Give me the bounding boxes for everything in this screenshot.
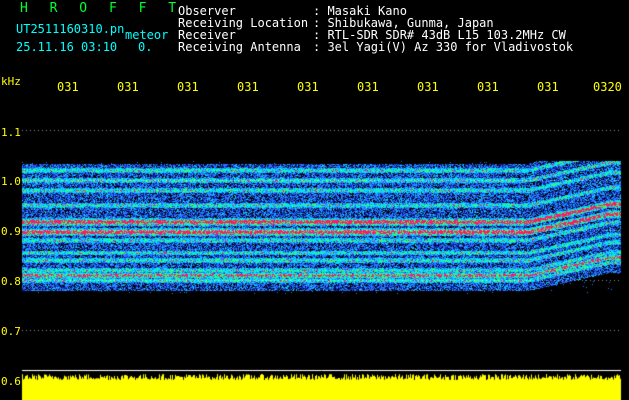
x-tick-label: 031 [57, 80, 79, 94]
y-tick-label: 0.8 [1, 275, 21, 288]
y-tick-label: 1.0 [1, 175, 21, 188]
y-tick-label: 0.7 [1, 325, 21, 338]
x-tick-label: 031 [117, 80, 139, 94]
y-axis-unit: kHz [1, 75, 21, 88]
file-name: UT2511160310.pn [16, 22, 125, 36]
x-tick-label: 031 [237, 80, 259, 94]
antenna-value: : 3el Yagi(V) Az 330 for Vladivostok [313, 40, 574, 54]
x-tick-label: 031 [177, 80, 199, 94]
detection-count: 0. [138, 40, 153, 54]
y-tick-label: 1.1 [1, 126, 21, 139]
x-tick-label: 031 [537, 80, 559, 94]
app-title: H R O F F T [20, 1, 184, 16]
x-tick-label: 0320 [593, 80, 622, 94]
antenna-label: Receiving Antenna [178, 40, 301, 54]
y-tick-label: 0.9 [1, 225, 21, 238]
x-tick-label: 031 [477, 80, 499, 94]
spectrogram-canvas [0, 0, 629, 400]
y-tick-label: 0.6 [1, 375, 21, 388]
x-tick-label: 031 [417, 80, 439, 94]
x-tick-label: 031 [297, 80, 319, 94]
datetime-stamp: 25.11.16 03:10 [16, 40, 118, 54]
x-tick-label: 031 [357, 80, 379, 94]
